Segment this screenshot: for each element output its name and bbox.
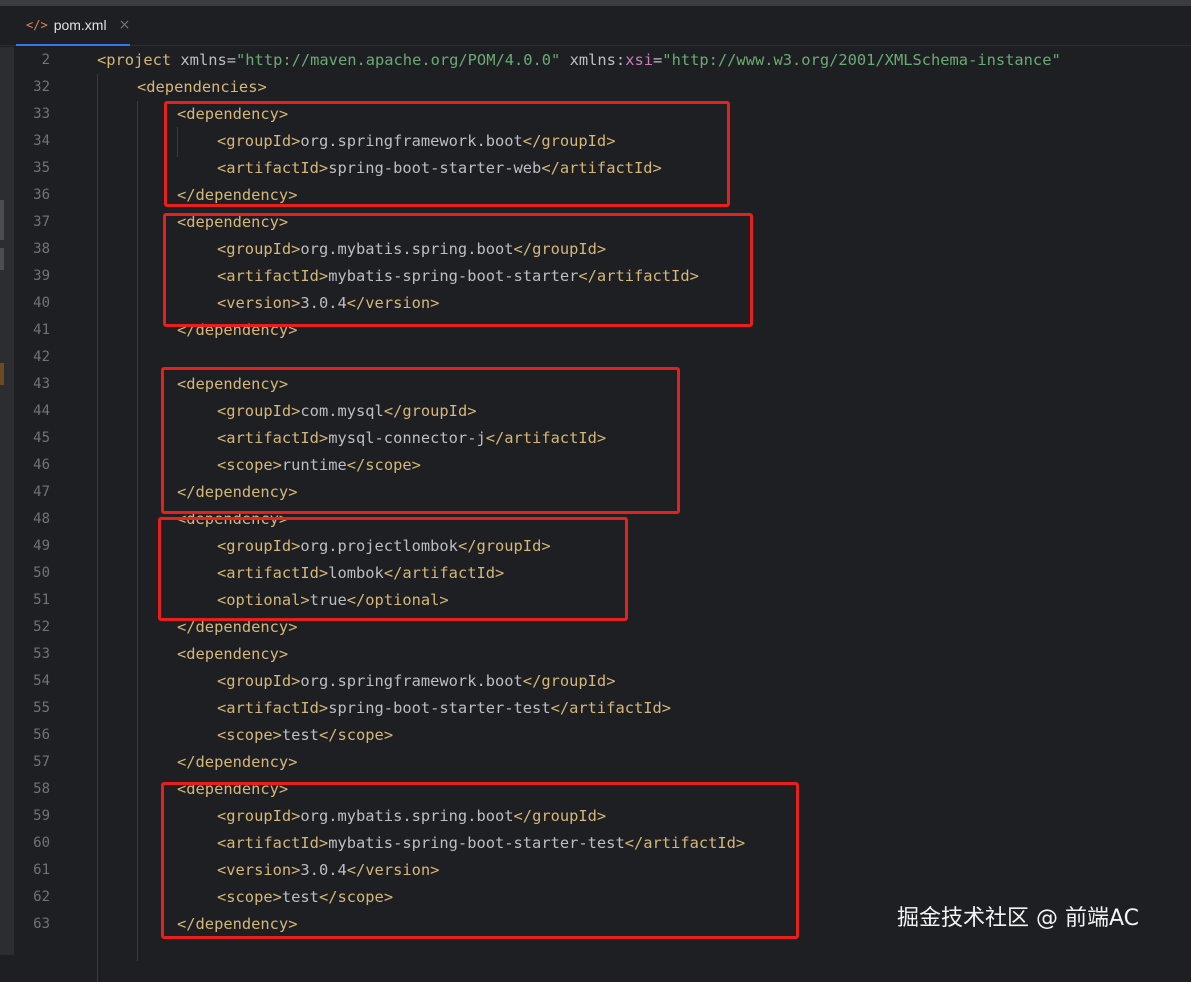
token-tag: <project [97,51,181,69]
line-number: 61 [33,862,50,878]
line-number: 50 [33,565,50,581]
line-number: 53 [33,646,50,662]
token-ns: xsi [625,51,654,69]
token-tag: <scope> [217,726,282,744]
token-txt: test [281,726,319,744]
tab-label: pom.xml [53,17,107,33]
line-number: 43 [33,376,50,392]
token-attr: xmlns: [560,51,626,69]
line-number: 58 [33,781,50,797]
gutter-change-marker [0,248,4,270]
line-number: 34 [33,133,50,149]
line-number: 56 [33,727,50,743]
highlight-box [158,517,628,621]
line-number: 55 [33,700,50,716]
token-tag: </scope> [318,726,394,744]
xml-file-icon: </> [26,18,48,32]
token-tag: <groupId> [217,672,301,690]
token-txt: org.springframework.boot [300,672,523,690]
token-attr: xmlns= [180,51,237,69]
line-number: 59 [33,808,50,824]
highlight-box [164,101,730,207]
token-tag: </groupId> [522,672,616,690]
line-number: 44 [33,403,50,419]
token-tag: <dependencies> [137,78,267,96]
token-str: "http://www.w3.org/2001/XMLSchema-instan… [662,51,1061,69]
code-line[interactable]: 2 <project xmlns="http://maven.apache.org… [0,47,1191,74]
line-number: 2 [41,52,50,68]
line-number: 63 [33,916,50,932]
line-number: 48 [33,511,50,527]
token-tag: <dependency> [177,645,289,663]
gutter-change-marker [0,363,4,385]
highlight-box [161,782,799,939]
line-number: 47 [33,484,50,500]
line-number: 51 [33,592,50,608]
code-line[interactable]: 56 <scope>test</scope> [0,722,1191,749]
highlight-box [163,213,753,327]
code-text: </dependency> [177,749,297,776]
line-number: 32 [33,79,50,95]
line-number: 54 [33,673,50,689]
highlight-box [161,367,680,514]
code-line[interactable]: 32 <dependencies> [0,74,1191,101]
token-tag: </dependency> [177,753,298,771]
code-line[interactable]: 57 </dependency> [0,749,1191,776]
token-txt: spring-boot-starter-test [328,699,551,717]
code-line[interactable]: 54 <groupId>org.springframework.boot</gro… [0,668,1191,695]
line-number: 33 [33,106,50,122]
line-number: 52 [33,619,50,635]
line-number: 46 [33,457,50,473]
token-attr: = [653,51,663,69]
line-number: 40 [33,295,50,311]
line-number: 57 [33,754,50,770]
close-icon[interactable]: × [119,17,131,33]
line-number: 42 [33,349,50,365]
gutter-change-marker [0,200,4,240]
code-text: <scope>test</scope> [217,722,393,749]
code-text: <dependency> [177,641,288,668]
line-number: 62 [33,889,50,905]
code-text: <dependencies> [137,74,267,101]
code-text: <project xmlns="http://maven.apache.org/… [97,47,1061,74]
indent-guide [97,74,98,982]
indent-guide [137,101,138,961]
code-text: <artifactId>spring-boot-starter-test</ar… [217,695,671,722]
token-tag: </artifactId> [550,699,672,717]
line-number: 41 [33,322,50,338]
line-number: 37 [33,214,50,230]
line-number: 35 [33,160,50,176]
token-str: "http://maven.apache.org/POM/4.0.0" [236,51,561,69]
code-line[interactable]: 53 <dependency> [0,641,1191,668]
line-number: 36 [33,187,50,203]
code-text: <groupId>org.springframework.boot</group… [217,668,615,695]
line-number: 49 [33,538,50,554]
watermark: 掘金技术社区 @ 前端AC [897,906,1140,931]
line-number: 60 [33,835,50,851]
editor-tab-bar: </> pom.xml × [0,6,1191,46]
tab-pom-xml[interactable]: </> pom.xml × [16,6,130,46]
line-number: 38 [33,241,50,257]
line-number: 39 [33,268,50,284]
line-number: 45 [33,430,50,446]
code-line[interactable]: 55 <artifactId>spring-boot-starter-test</… [0,695,1191,722]
token-tag: <artifactId> [217,699,329,717]
